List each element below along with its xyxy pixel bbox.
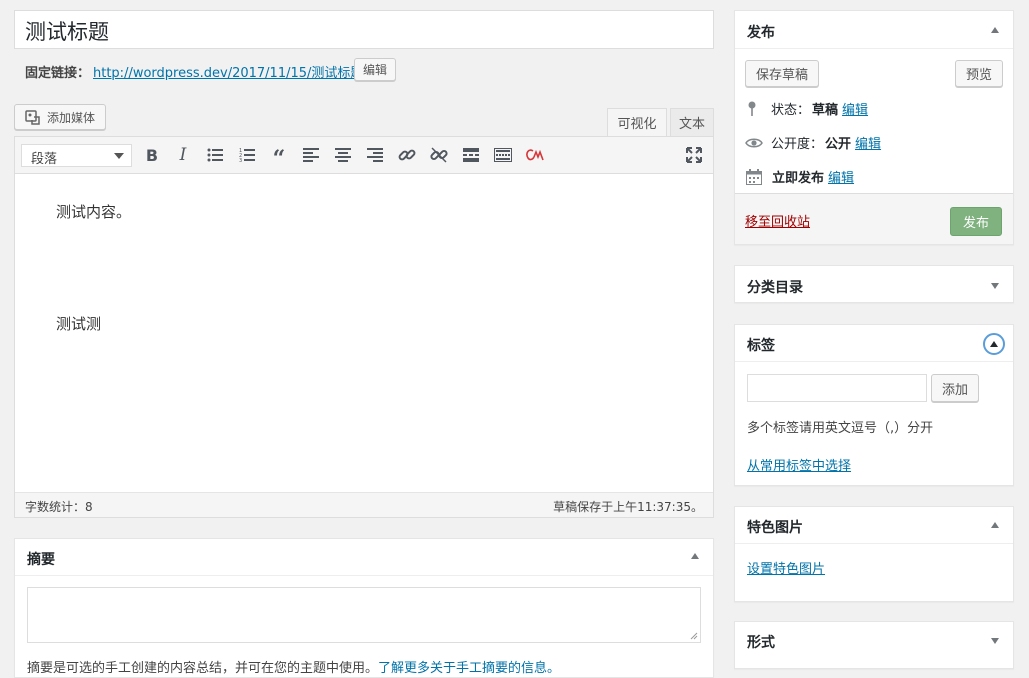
visibility-label: 公开度： (771, 137, 824, 152)
format-select[interactable]: 段落 (21, 144, 132, 167)
permalink-link[interactable]: http://wordpress.dev/2017/11/15/测试标题/ (93, 62, 368, 81)
collapse-down-icon[interactable] (991, 638, 999, 644)
tab-visual[interactable]: 可视化 (607, 108, 667, 136)
pin-icon (747, 101, 765, 117)
status-edit-link[interactable]: 编辑 (842, 99, 868, 118)
featured-image-box: 特色图片 设置特色图片 (734, 506, 1014, 602)
post-title-input[interactable]: 测试标题 (14, 10, 714, 49)
editor-status-bar: 字数统计：8 草稿保存于上午11:37:35。 (15, 492, 713, 517)
publish-button[interactable]: 发布 (950, 207, 1002, 236)
content-paragraph: 测试内容。 (56, 203, 132, 221)
schedule-label: 立即发布 (772, 171, 825, 186)
format-box: 形式 (734, 621, 1014, 669)
post-title-text: 测试标题 (25, 20, 109, 44)
eye-icon (745, 137, 767, 149)
excerpt-help-link[interactable]: 了解更多关于手工摘要的信息。 (378, 661, 560, 676)
permalink-label: 固定链接： (25, 66, 91, 81)
tab-visual-label: 可视化 (617, 117, 657, 132)
status-row: 状态： 草稿 编辑 (747, 99, 868, 118)
resize-handle-icon[interactable] (690, 632, 698, 640)
tags-title: 标签 (747, 338, 775, 354)
publish-header[interactable]: 发布 (735, 11, 1013, 49)
choose-common-tags-link[interactable]: 从常用标签中选择 (747, 455, 851, 474)
numbered-list-icon[interactable]: 123 (235, 137, 259, 173)
featured-image-header[interactable]: 特色图片 (735, 507, 1013, 544)
publish-title: 发布 (747, 25, 775, 41)
collapse-up-circle-icon[interactable] (983, 333, 1005, 355)
bullet-list-icon[interactable] (203, 137, 227, 173)
calendar-icon (746, 168, 766, 185)
save-draft-button[interactable]: 保存草稿 (745, 60, 819, 87)
tag-input[interactable] (747, 374, 927, 402)
align-right-icon[interactable] (363, 137, 387, 173)
collapse-down-icon[interactable] (991, 283, 999, 289)
fullscreen-icon[interactable] (682, 137, 706, 173)
editor-container: 段落 B I 123 “ 测试内容。 测试测 字数统计：8 草稿保存于上午11:… (14, 136, 714, 518)
visibility-row: 公开度： 公开 编辑 (745, 133, 881, 152)
status-value: 草稿 (812, 103, 839, 118)
featured-image-title: 特色图片 (747, 520, 803, 536)
tags-hint: 多个标签请用英文逗号（,）分开 (747, 421, 934, 436)
tab-text-label: 文本 (678, 117, 705, 132)
tags-box: 标签 添加 多个标签请用英文逗号（,）分开 从常用标签中选择 (734, 324, 1014, 486)
media-icon (25, 109, 41, 125)
word-count: 字数统计：8 (25, 500, 93, 514)
status-label: 状态： (771, 103, 811, 118)
toolbar-toggle-icon[interactable] (491, 137, 515, 173)
svg-text:3: 3 (239, 158, 242, 162)
excerpt-header[interactable]: 摘要 (15, 539, 713, 576)
italic-icon[interactable]: I (171, 137, 195, 173)
format-select-value: 段落 (31, 152, 58, 167)
visibility-value: 公开 (825, 137, 852, 152)
read-more-icon[interactable] (459, 137, 483, 173)
categories-box: 分类目录 (734, 265, 1014, 303)
add-tag-button[interactable]: 添加 (931, 374, 979, 402)
format-header[interactable]: 形式 (735, 622, 1013, 659)
blockquote-icon[interactable]: “ (267, 137, 291, 173)
content-paragraph: 测试测 (56, 315, 102, 333)
visibility-edit-link[interactable]: 编辑 (855, 133, 881, 152)
tags-header[interactable]: 标签 (735, 325, 1013, 362)
collapse-up-icon[interactable] (691, 553, 699, 559)
collapse-up-icon[interactable] (991, 522, 999, 528)
collapse-up-icon[interactable] (991, 27, 999, 33)
schedule-edit-link[interactable]: 编辑 (828, 167, 854, 186)
unlink-icon[interactable] (427, 137, 451, 173)
excerpt-textarea[interactable] (27, 587, 701, 643)
schedule-row: 立即发布 编辑 (746, 167, 854, 186)
move-to-trash-link[interactable]: 移至回收站 (745, 211, 810, 230)
editor-toolbar: 段落 B I 123 “ (15, 137, 713, 174)
categories-header[interactable]: 分类目录 (735, 266, 1013, 303)
publish-box: 发布 保存草稿 预览 状态： 草稿 编辑 公开度： 公开 编辑 立即发布 编辑 … (734, 10, 1014, 245)
bold-icon[interactable]: B (140, 137, 164, 173)
preview-button[interactable]: 预览 (955, 60, 1003, 87)
excerpt-title: 摘要 (27, 552, 55, 568)
custom-plugin-icon[interactable] (523, 137, 547, 173)
categories-title: 分类目录 (747, 280, 803, 296)
excerpt-help-text: 摘要是可选的手工创建的内容总结，并可在您的主题中使用。 (27, 661, 379, 676)
format-title: 形式 (747, 635, 775, 651)
align-left-icon[interactable] (299, 137, 323, 173)
publish-actions: 移至回收站 发布 (735, 193, 1013, 244)
add-media-label: 添加媒体 (46, 110, 95, 125)
add-media-button[interactable]: 添加媒体 (14, 104, 106, 130)
editor-content[interactable]: 测试内容。 测试测 (15, 174, 713, 492)
excerpt-help: 摘要是可选的手工创建的内容总结，并可在您的主题中使用。了解更多关于手工摘要的信息… (27, 657, 560, 676)
set-featured-image-link[interactable]: 设置特色图片 (747, 558, 825, 577)
link-icon[interactable] (395, 137, 419, 173)
align-center-icon[interactable] (331, 137, 355, 173)
tab-text[interactable]: 文本 (670, 108, 714, 136)
excerpt-box: 摘要 摘要是可选的手工创建的内容总结，并可在您的主题中使用。了解更多关于手工摘要… (14, 538, 714, 678)
draft-saved-status: 草稿保存于上午11:37:35。 (553, 500, 703, 514)
permalink-edit-button[interactable]: 编辑 (354, 58, 396, 81)
chevron-down-icon (114, 153, 124, 159)
